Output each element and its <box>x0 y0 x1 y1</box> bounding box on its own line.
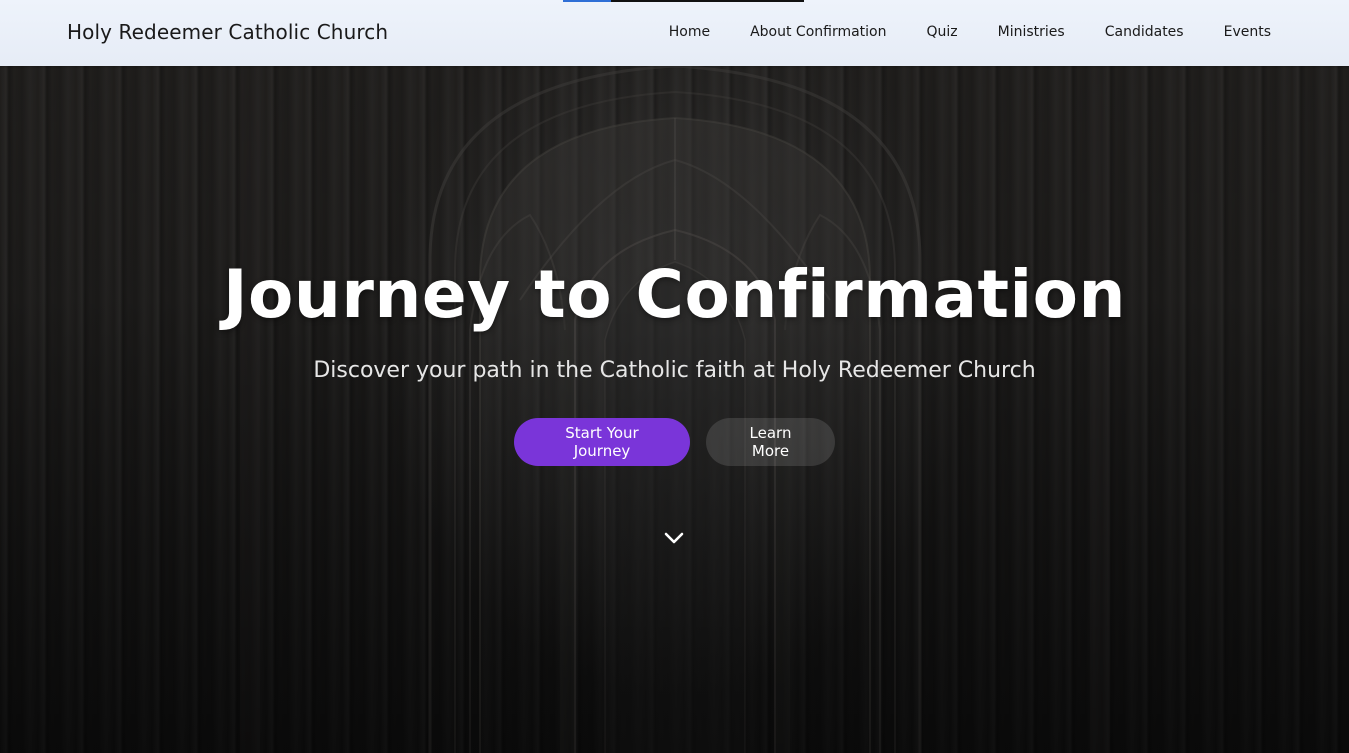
hero-title: Journey to Confirmation <box>222 256 1126 333</box>
hero-cta-group: Start Your Journey Learn More <box>0 418 1349 466</box>
learn-more-button[interactable]: Learn More <box>706 418 835 466</box>
main-nav: Home About Confirmation Quiz Ministries … <box>669 24 1271 40</box>
nav-item-quiz[interactable]: Quiz <box>927 24 958 40</box>
nav-item-ministries[interactable]: Ministries <box>998 24 1065 40</box>
page-loading-bar-fill <box>563 0 612 2</box>
navbar: Holy Redeemer Catholic Church Home About… <box>0 0 1349 66</box>
start-journey-button[interactable]: Start Your Journey <box>514 418 690 466</box>
nav-item-home[interactable]: Home <box>669 24 710 40</box>
nav-item-candidates[interactable]: Candidates <box>1105 24 1184 40</box>
hero-subtitle: Discover your path in the Catholic faith… <box>313 358 1036 383</box>
page-loading-bar <box>563 0 804 2</box>
page: Holy Redeemer Catholic Church Home About… <box>0 0 1349 753</box>
nav-item-events[interactable]: Events <box>1224 24 1271 40</box>
chevron-down-icon[interactable] <box>662 528 686 548</box>
nav-item-about-confirmation[interactable]: About Confirmation <box>750 24 886 40</box>
brand-logo-link[interactable]: Holy Redeemer Catholic Church <box>67 20 388 44</box>
hero-section: Journey to Confirmation Discover your pa… <box>0 0 1349 753</box>
